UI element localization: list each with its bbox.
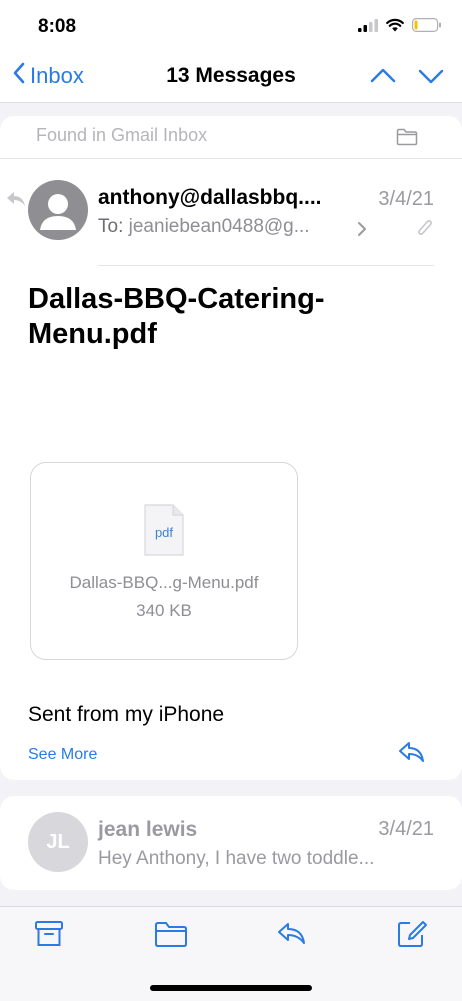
status-time: 8:08 [38, 16, 77, 37]
battery-icon [412, 18, 442, 37]
to-label: To: [98, 216, 124, 237]
wifi-icon [386, 18, 404, 37]
status-icons [358, 18, 442, 37]
recipient-line[interactable]: To: jeaniebean0488@g... [98, 216, 310, 238]
paperclip-icon [416, 218, 434, 245]
avatar[interactable] [28, 180, 88, 240]
reply-icon[interactable] [398, 740, 426, 769]
home-indicator[interactable] [150, 985, 312, 991]
recipient-address: jeaniebean0488@g... [128, 216, 310, 237]
attachment-tile[interactable]: pdf Dallas-BBQ...g-Menu.pdf 340 KB [30, 462, 298, 660]
see-more-link[interactable]: See More [28, 746, 97, 764]
message-navigation [370, 66, 444, 91]
chevron-up-icon[interactable] [370, 66, 396, 91]
header-divider [98, 265, 434, 266]
compose-icon[interactable] [396, 919, 428, 954]
sender-address[interactable]: anthony@dallasbbq.... [98, 186, 322, 210]
message-subject: Dallas-BBQ-Catering-Menu.pdf [28, 283, 325, 350]
message-date: 3/4/21 [378, 818, 434, 840]
chevron-down-icon[interactable] [418, 66, 444, 91]
signal-icon [358, 18, 378, 37]
nav-bar: Inbox 13 Messages [0, 56, 462, 103]
reply-all-icon[interactable] [274, 919, 308, 954]
sender-name: jean lewis [98, 818, 198, 841]
pdf-badge-label: pdf [155, 525, 173, 540]
mailbox-banner: Found in Gmail Inbox [0, 116, 462, 159]
message-date: 3/4/21 [378, 188, 434, 210]
mailbox-label: Found in Gmail Inbox [36, 125, 208, 145]
status-bar: 8:08 [0, 0, 462, 56]
move-folder-icon[interactable] [154, 919, 188, 954]
folder-icon[interactable] [396, 128, 418, 151]
message-snippet: Hey Anthony, I have two toddle... [98, 848, 375, 869]
reply-icon [5, 190, 27, 213]
attachment-size: 340 KB [136, 601, 192, 620]
message-body: Sent from my iPhone [28, 703, 225, 726]
pdf-file-icon: pdf [143, 503, 185, 562]
attachment-name: Dallas-BBQ...g-Menu.pdf [69, 573, 259, 592]
avatar[interactable]: JL [28, 812, 88, 872]
chevron-right-icon[interactable] [357, 221, 367, 242]
archive-icon[interactable] [34, 919, 64, 954]
